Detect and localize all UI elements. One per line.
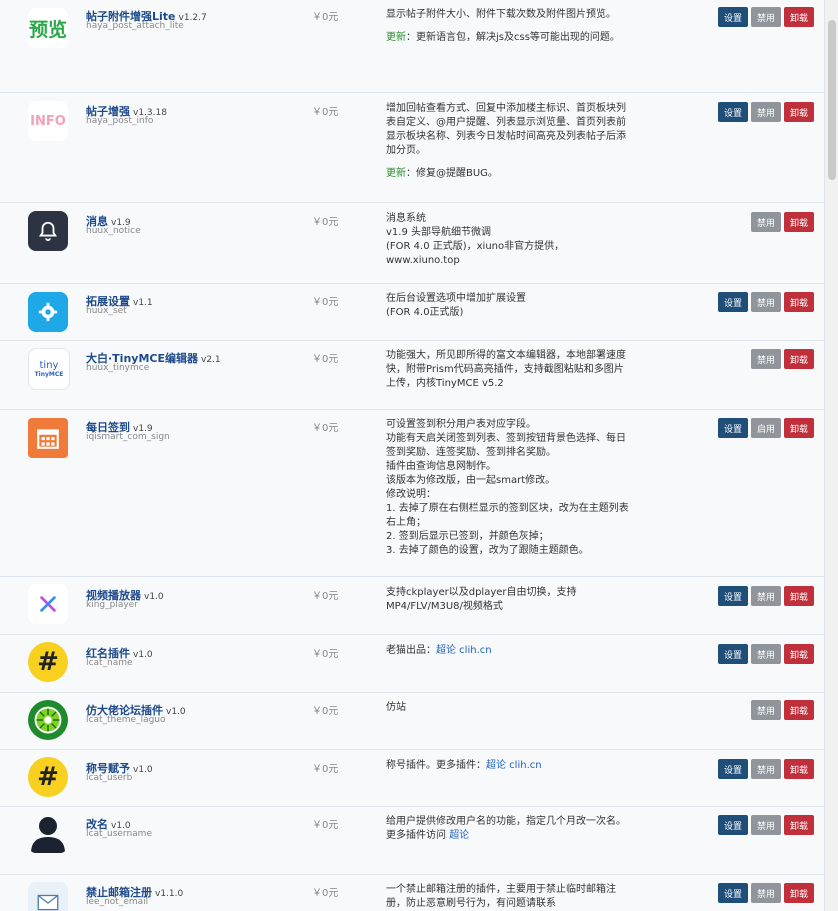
plugin-price: ￥0元: [312, 764, 339, 775]
plugin-slug: lcat_theme_laguo: [86, 715, 166, 725]
plugin-description: 增加回帖查看方式、回复中添加楼主标识、首页板块列表自定义、@用户提醒、列表显示浏…: [386, 103, 626, 179]
plugin-row: 预览 帖子附件增强Lite v1.2.7 haya_post_attach_lit…: [0, 0, 824, 93]
hash-icon: #: [28, 642, 68, 682]
preview-icon: 预览: [28, 8, 68, 48]
plugin-price: ￥0元: [312, 107, 339, 118]
enable-button[interactable]: 启用: [750, 418, 781, 438]
plugin-price: ￥0元: [312, 354, 339, 365]
plugin-link[interactable]: 超论: [449, 830, 469, 841]
disable-button[interactable]: 禁用: [750, 7, 781, 27]
disable-button[interactable]: 禁用: [750, 644, 781, 664]
plugin-description: 消息系统 v1.9 头部导航细节微调 (FOR 4.0 正式版)，xiuno非官…: [386, 213, 565, 266]
plugin-row: tiny TinyMCE 大白·TinyMCE编辑器 v2.1 huux_tiny…: [0, 341, 824, 410]
plugin-slug: iqismart_com_sign: [86, 432, 170, 442]
plugin-slug: haya_post_attach_lite: [86, 21, 184, 31]
plugin-link[interactable]: 超论 clih.cn: [436, 645, 492, 656]
info-icon: INFO: [28, 101, 68, 141]
settings-button[interactable]: 设置: [717, 883, 748, 903]
scrollbar-thumb[interactable]: [828, 20, 836, 180]
settings-button[interactable]: 设置: [717, 418, 748, 438]
settings-button[interactable]: 设置: [717, 102, 748, 122]
plugin-link[interactable]: 超论 clih.cn: [486, 760, 542, 771]
uninstall-button[interactable]: 卸载: [783, 700, 814, 720]
uninstall-button[interactable]: 卸载: [783, 349, 814, 369]
plugin-description: 给用户提供修改用户名的功能，指定几个月改一次名。 更多插件访问 超论: [386, 816, 626, 841]
calendar-icon: [28, 418, 68, 458]
uninstall-button[interactable]: 卸载: [783, 644, 814, 664]
plugin-slug: haya_post_info: [86, 116, 154, 126]
uninstall-button[interactable]: 卸载: [783, 418, 814, 438]
plugin-description: 可设置签到积分用户表对应字段。 功能有天启关闭签到列表、签到按钮背景色选择、每日…: [386, 419, 629, 556]
plugin-price: ￥0元: [312, 649, 339, 660]
plugin-description: 支持ckplayer以及dplayer自由切换，支持MP4/FLV/M3U8/视…: [386, 587, 577, 612]
plugin-price: ￥0元: [312, 888, 339, 899]
settings-button[interactable]: 设置: [717, 586, 748, 606]
user-icon: [28, 813, 68, 853]
settings-button[interactable]: 设置: [717, 644, 748, 664]
plugin-row: 改名 v1.0 lcat_username ￥0元 给用户提供修改用户名的功能，指…: [0, 807, 824, 875]
disable-button[interactable]: 禁用: [750, 212, 781, 232]
bell-icon: [28, 211, 68, 251]
plugin-row: 视频播放器 v1.0 king_player ￥0元 支持ckplayer以及dp…: [0, 577, 824, 635]
disable-button[interactable]: 禁用: [750, 815, 781, 835]
plugin-description: 显示帖子附件大小、附件下载次数及附件图片预览。 更新：更新语言包，解决js及cs…: [386, 9, 620, 43]
disable-button[interactable]: 禁用: [750, 700, 781, 720]
settings-button[interactable]: 设置: [717, 7, 748, 27]
tinymce-icon: tiny TinyMCE: [28, 348, 70, 390]
disable-button[interactable]: 禁用: [750, 883, 781, 903]
plugin-slug: lee_not_email: [86, 897, 149, 907]
vertical-scrollbar[interactable]: [826, 0, 838, 911]
plugin-slug: huux_set: [86, 306, 127, 316]
plugin-description: 在后台设置选项中增加扩展设置 (FOR 4.0正式版): [386, 293, 526, 318]
settings-button[interactable]: 设置: [717, 292, 748, 312]
plugin-row: # 红名插件 v1.0 lcat_name ￥0元 老猫出品：超论 clih.cn…: [0, 635, 824, 693]
mail-icon: [28, 882, 68, 911]
disable-button[interactable]: 禁用: [750, 349, 781, 369]
plugin-description: 一个禁止邮箱注册的插件，主要用于禁止临时邮箱注册，防止恶意刷号行为，有问题请联系: [386, 884, 616, 909]
player-icon: [28, 584, 68, 624]
plugin-row: INFO 帖子增强 v1.3.18 haya_post_info ￥0元 增加回帖…: [0, 93, 824, 203]
disable-button[interactable]: 禁用: [750, 292, 781, 312]
plugin-description: 功能强大，所见即所得的富文本编辑器，本地部署速度快，附带Prism代码高亮插件，…: [386, 350, 626, 389]
uninstall-button[interactable]: 卸载: [783, 212, 814, 232]
disable-button[interactable]: 禁用: [750, 586, 781, 606]
kiwi-icon: [28, 700, 68, 740]
plugin-row: # 称号赋予 v1.0 lcat_userb ￥0元 称号插件。更多插件：超论 c…: [0, 750, 824, 807]
hash-icon: #: [28, 757, 68, 797]
plugin-price: ￥0元: [312, 591, 339, 602]
settings-button[interactable]: 设置: [717, 759, 748, 779]
plugin-list-page: 预览 帖子附件增强Lite v1.2.7 haya_post_attach_lit…: [0, 0, 825, 911]
plugin-price: ￥0元: [312, 217, 339, 228]
uninstall-button[interactable]: 卸载: [783, 292, 814, 312]
settings-button[interactable]: 设置: [717, 815, 748, 835]
plugin-slug: lcat_userb: [86, 773, 133, 783]
gear-icon: [28, 292, 68, 332]
plugin-slug: huux_tinymce: [86, 363, 150, 373]
plugin-row: 仿大佬论坛插件 v1.0 lcat_theme_laguo ￥0元 仿站 禁用 卸…: [0, 693, 824, 750]
plugin-description: 老猫出品：超论 clih.cn: [386, 645, 492, 656]
plugin-price: ￥0元: [312, 423, 339, 434]
plugin-slug: lcat_username: [86, 829, 152, 839]
plugin-description: 称号插件。更多插件：超论 clih.cn: [386, 760, 542, 771]
uninstall-button[interactable]: 卸载: [783, 586, 814, 606]
uninstall-button[interactable]: 卸载: [783, 883, 814, 903]
plugin-row: 禁止邮箱注册 v1.1.0 lee_not_email ￥0元 一个禁止邮箱注册的…: [0, 875, 824, 911]
plugin-slug: lcat_name: [86, 658, 133, 668]
uninstall-button[interactable]: 卸载: [783, 7, 814, 27]
disable-button[interactable]: 禁用: [750, 102, 781, 122]
disable-button[interactable]: 禁用: [750, 759, 781, 779]
plugin-row: 消息 v1.9 huux_notice ￥0元 消息系统 v1.9 头部导航细节微…: [0, 203, 824, 284]
uninstall-button[interactable]: 卸载: [783, 759, 814, 779]
plugin-price: ￥0元: [312, 12, 339, 23]
plugin-row: 拓展设置 v1.1 huux_set ￥0元 在后台设置选项中增加扩展设置 (FO…: [0, 284, 824, 341]
plugin-description: 仿站: [386, 702, 406, 713]
plugin-price: ￥0元: [312, 297, 339, 308]
plugin-price: ￥0元: [312, 820, 339, 831]
plugin-row: 每日签到 v1.9 iqismart_com_sign ￥0元 可设置签到积分用户…: [0, 410, 824, 577]
plugin-slug: king_player: [86, 600, 138, 610]
uninstall-button[interactable]: 卸载: [783, 815, 814, 835]
plugin-slug: huux_notice: [86, 226, 141, 236]
uninstall-button[interactable]: 卸载: [783, 102, 814, 122]
plugin-price: ￥0元: [312, 706, 339, 717]
